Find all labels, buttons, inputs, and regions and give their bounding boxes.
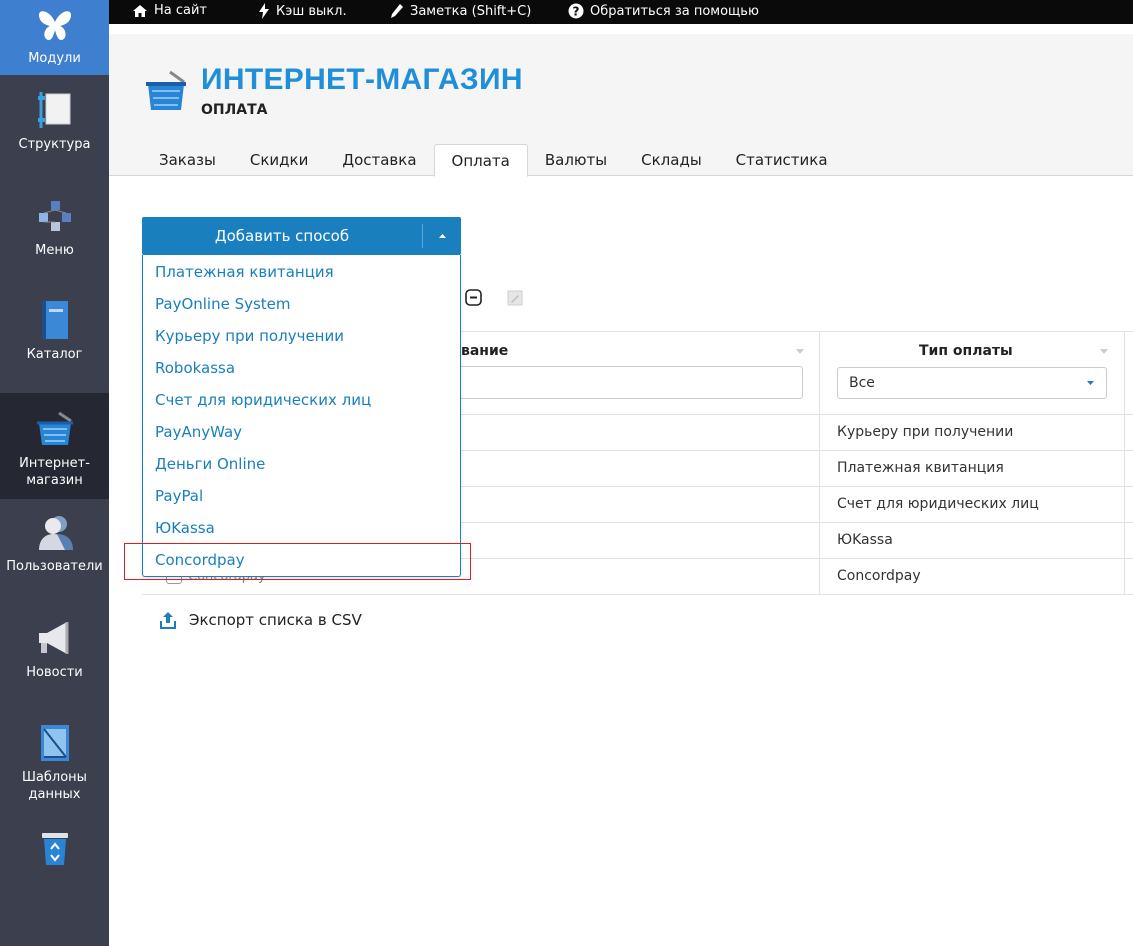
sidebar-item-trash[interactable]	[0, 828, 109, 874]
add-method-dropdown-menu: Платежная квитанция PayOnline System Кур…	[142, 255, 461, 577]
sidebar: Модули Структура Меню Каталог Интернет-м…	[0, 0, 109, 946]
row-divider	[142, 594, 1133, 595]
tab-statistics[interactable]: Статистика	[719, 144, 845, 176]
recycle-bin-icon	[35, 828, 75, 868]
templates-icon	[35, 723, 75, 763]
sidebar-item-modules[interactable]: Модули	[0, 0, 109, 75]
column-header-name[interactable]: вание	[461, 343, 508, 359]
caret-up-icon	[438, 234, 446, 238]
sidebar-item-label: Структура	[18, 137, 91, 152]
sidebar-item-label: Пользователи	[6, 559, 103, 574]
menu-item-payonline[interactable]: PayOnline System	[155, 295, 291, 313]
column-divider	[1124, 331, 1125, 595]
sidebar-item-label: Модули	[28, 51, 81, 66]
name-filter-input[interactable]	[461, 366, 803, 399]
table-cell-type: Счет для юридических лиц	[837, 496, 1039, 512]
menu-item-yukassa[interactable]: ЮKassa	[155, 519, 215, 537]
export-icon	[160, 612, 176, 629]
megaphone-icon	[35, 618, 75, 658]
edit-disabled-icon[interactable]	[507, 290, 523, 310]
users-icon	[35, 512, 75, 552]
table-cell-type: Платежная квитанция	[837, 460, 1004, 476]
tab-warehouses[interactable]: Склады	[624, 144, 719, 176]
menu-item-robokassa[interactable]: Robokassa	[155, 359, 235, 377]
sort-icon[interactable]	[796, 349, 804, 355]
table-cell-type: Concordpay	[837, 568, 921, 584]
tab-discounts[interactable]: Скидки	[233, 144, 325, 176]
sidebar-item-catalog[interactable]: Каталог	[0, 300, 109, 363]
cache-toggle[interactable]: Кэш выкл.	[258, 3, 347, 19]
menu-item-courier[interactable]: Курьеру при получении	[155, 327, 344, 345]
home-icon	[133, 4, 147, 17]
collapse-icon[interactable]	[465, 289, 482, 310]
sidebar-item-structure[interactable]: Структура	[0, 90, 109, 153]
top-bar: На сайт Кэш выкл. Заметка (Shift+C) ? Об…	[109, 0, 1133, 24]
tab-currencies[interactable]: Валюты	[528, 144, 624, 176]
menu-item-paypal[interactable]: PayPal	[155, 487, 203, 505]
menu-item-legal-invoice[interactable]: Счет для юридических лиц	[155, 391, 371, 409]
sidebar-item-users[interactable]: Пользователи	[0, 512, 109, 575]
page-title: ИНТЕРНЕТ-МАГАЗИН	[201, 63, 523, 96]
sidebar-item-label: Меню	[35, 243, 74, 258]
table-cell-type: Курьеру при получении	[837, 424, 1014, 440]
svg-text:?: ?	[573, 5, 580, 19]
pen-icon	[391, 4, 403, 18]
menu-tree-icon	[35, 196, 75, 236]
go-to-site-link[interactable]: На сайт	[132, 3, 207, 18]
export-csv-label: Экспорт списка в CSV	[189, 611, 362, 629]
note-button[interactable]: Заметка (Shift+C)	[390, 3, 531, 19]
catalog-book-icon	[35, 300, 75, 340]
note-label: Заметка (Shift+C)	[410, 3, 532, 19]
shop-basket-icon	[35, 409, 75, 449]
export-csv-link[interactable]: Экспорт списка в CSV	[160, 611, 362, 629]
go-to-site-label: На сайт	[154, 3, 208, 18]
add-method-button[interactable]: Добавить способ	[142, 217, 422, 255]
type-filter-value: Все	[849, 375, 875, 391]
help-label: Обратиться за помощью	[590, 3, 759, 19]
page-subtitle: ОПЛАТА	[201, 102, 268, 118]
tab-payment[interactable]: Оплата	[433, 144, 528, 177]
sidebar-item-menu[interactable]: Меню	[0, 196, 109, 259]
sidebar-item-shop[interactable]: Интернет-магазин	[0, 393, 109, 499]
menu-item-payment-receipt[interactable]: Платежная квитанция	[155, 263, 334, 281]
sidebar-item-label: Интернет-магазин	[19, 456, 90, 488]
structure-icon	[35, 90, 75, 130]
type-filter-select[interactable]: Все	[837, 367, 1107, 399]
sidebar-item-news[interactable]: Новости	[0, 618, 109, 681]
add-method-dropdown-toggle[interactable]	[423, 217, 461, 255]
sidebar-item-label: Шаблоны данных	[22, 770, 87, 802]
sidebar-item-templates[interactable]: Шаблоны данных	[0, 723, 109, 803]
column-header-type[interactable]: Тип оплаты	[919, 343, 1013, 359]
tab-orders[interactable]: Заказы	[142, 144, 233, 176]
shop-basket-icon	[144, 70, 188, 112]
menu-item-dengi-online[interactable]: Деньги Online	[155, 455, 265, 473]
help-link[interactable]: ? Обратиться за помощью	[568, 3, 759, 19]
sidebar-item-label: Каталог	[26, 347, 83, 362]
lightning-icon	[259, 3, 269, 19]
caret-down-icon	[1087, 381, 1094, 385]
butterfly-icon	[35, 6, 75, 46]
tab-delivery[interactable]: Доставка	[325, 144, 433, 176]
column-divider	[819, 331, 820, 595]
help-icon: ?	[568, 3, 584, 19]
cache-label: Кэш выкл.	[276, 3, 347, 19]
table-cell-type: ЮKassa	[837, 532, 893, 548]
highlight-annotation	[124, 543, 471, 580]
tab-bar: Заказы Скидки Доставка Оплата Валюты Скл…	[142, 144, 845, 177]
sort-icon[interactable]	[1100, 349, 1108, 355]
add-method-split-button: Добавить способ	[142, 217, 461, 255]
menu-item-payanyway[interactable]: PayAnyWay	[155, 423, 242, 441]
sidebar-item-label: Новости	[26, 665, 83, 680]
